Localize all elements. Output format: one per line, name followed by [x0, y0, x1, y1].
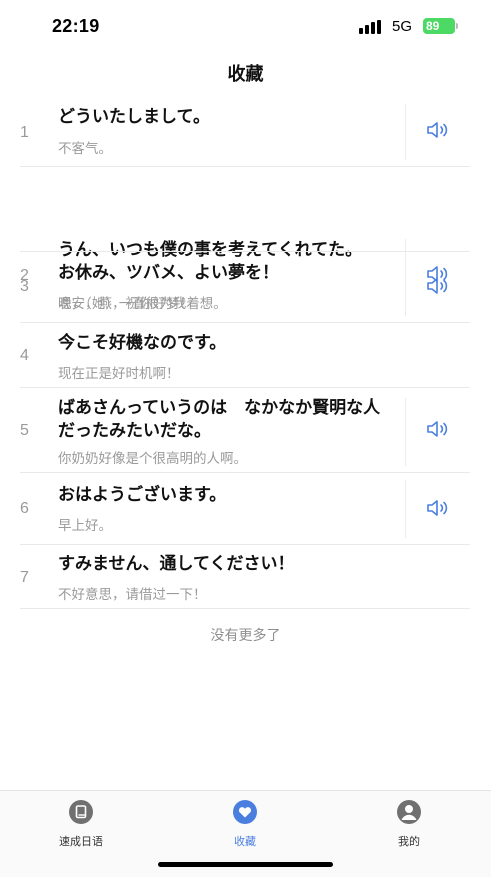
item-divider — [405, 480, 406, 538]
item-chinese: 早上好。 — [58, 518, 112, 534]
item-index: 6 — [20, 500, 29, 517]
row-separator — [20, 472, 470, 473]
tab-favorites[interactable]: 收藏 — [205, 799, 285, 849]
list-item[interactable]: 1 どういたしまして。 不客气。 — [0, 100, 491, 167]
list-item[interactable]: 2 うん、いつも僕の事を考えてくれてた。 嗯，（她）一直很为我着想。 — [0, 166, 491, 312]
item-index: 5 — [20, 422, 29, 439]
tab-label: 收藏 — [234, 835, 256, 848]
status-time: 22:19 — [52, 16, 100, 36]
item-chinese: 不客气。 — [58, 141, 112, 157]
battery-icon: 89 — [423, 18, 455, 34]
item-japanese: お休み、ツバメ、よい夢を！ — [58, 263, 279, 283]
tab-label: 速成日语 — [59, 835, 103, 848]
status-bar: 22:19 5G 89 — [0, 0, 491, 54]
speaker-icon[interactable] — [426, 420, 450, 438]
item-chinese: 现在正是好时机啊！ — [58, 366, 180, 382]
speaker-icon[interactable] — [426, 277, 450, 295]
row-separator — [20, 608, 470, 609]
end-of-list-text: 没有更多了 — [210, 628, 281, 644]
home-indicator — [158, 862, 333, 867]
item-japanese: すみません、通してください！ — [58, 554, 295, 574]
heart-icon — [233, 800, 257, 824]
item-divider — [405, 398, 406, 466]
row-separator — [20, 322, 470, 323]
item-divider — [405, 104, 406, 160]
row-separator — [20, 544, 470, 545]
item-japanese: おはようございます。 — [58, 485, 227, 505]
tab-label: 我的 — [398, 835, 420, 848]
battery-level: 89 — [426, 19, 440, 33]
book-icon — [69, 800, 93, 824]
item-japanese: ばあさんっていうのは なかなか賢明な人だったみたいだな。 — [58, 398, 381, 441]
row-separator — [20, 387, 470, 388]
item-index: 1 — [20, 124, 29, 141]
item-index: 7 — [20, 569, 29, 586]
tab-profile[interactable]: 我的 — [369, 799, 449, 849]
tab-learn[interactable]: 速成日语 — [41, 799, 121, 849]
signal-icon — [359, 20, 381, 34]
page-title: 收藏 — [227, 64, 264, 85]
profile-icon — [397, 800, 421, 824]
item-japanese: どういたしまして。 — [58, 107, 210, 127]
item-index: 4 — [20, 347, 29, 364]
item-chinese: 不好意思，请借过一下！ — [58, 587, 207, 603]
item-index: 3 — [20, 278, 29, 295]
favorites-list: 1 どういたしまして。 不客气。 2 うん、いつも僕の事を考えてくれてた。 嗯，… — [0, 100, 491, 312]
battery-cap — [456, 23, 458, 29]
item-divider — [405, 258, 406, 316]
speaker-icon[interactable] — [426, 499, 450, 517]
item-japanese: 今こそ好機なのです。 — [58, 333, 227, 353]
item-chinese: 你奶奶好像是个很高明的人啊。 — [58, 451, 247, 467]
row-separator — [20, 251, 470, 252]
network-label: 5G — [392, 18, 413, 35]
speaker-icon[interactable] — [426, 121, 450, 139]
item-chinese: 晚安，燕，祝你好梦！ — [58, 296, 193, 312]
